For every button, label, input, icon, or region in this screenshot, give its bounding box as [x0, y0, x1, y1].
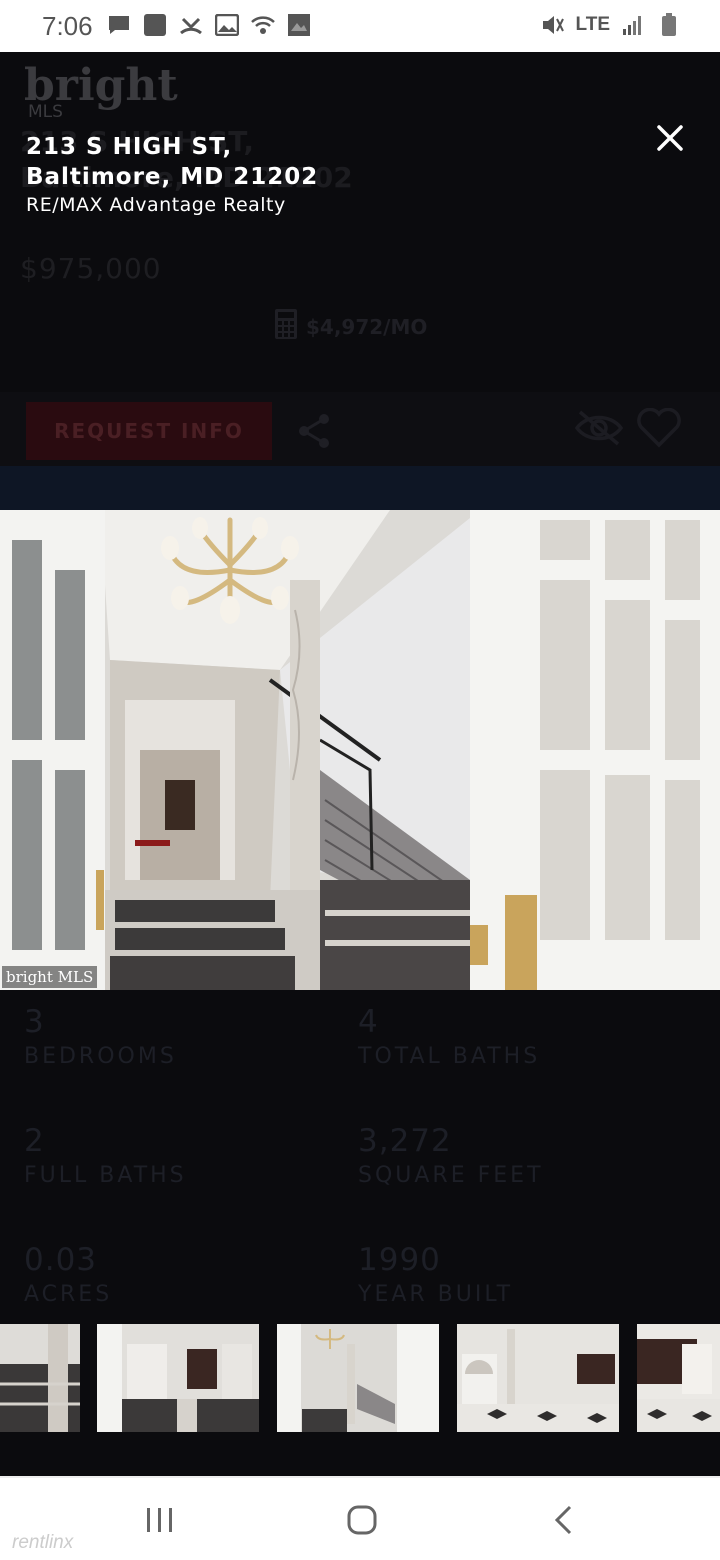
gallery-icon [214, 12, 240, 38]
message-icon [106, 12, 132, 38]
bright-logo-sub: MLS [28, 102, 63, 122]
back-button[interactable] [534, 1500, 594, 1540]
stat-value: 2 [24, 1123, 45, 1159]
stat-acres: 0.03 ACRES [24, 1242, 324, 1307]
stat-value: 3,272 [358, 1123, 452, 1159]
thumbnail-photo[interactable] [277, 1324, 439, 1432]
recent-apps-icon [147, 1508, 172, 1532]
address-line2: Baltimore, MD 21202 [26, 164, 319, 190]
stat-label: ACRES [24, 1282, 113, 1307]
missed-call-icon [178, 12, 204, 38]
stat-value: 0.03 [24, 1242, 98, 1278]
favorite-heart-icon [636, 407, 682, 452]
calculator-icon [274, 308, 298, 345]
stat-full-baths: 2 FULL BATHS [24, 1123, 324, 1188]
main-listing-photo[interactable]: bright MLS [0, 510, 720, 990]
stat-value: 3 [24, 1004, 45, 1040]
thumbnail-photo[interactable] [457, 1324, 619, 1432]
background-tab-bar [0, 466, 720, 510]
stat-bedrooms: 3 BEDROOMS [24, 1004, 324, 1069]
network-type: LTE [575, 14, 610, 35]
square-app-icon [142, 12, 168, 38]
signal-icon [620, 12, 646, 38]
thumbnail-photo[interactable] [637, 1324, 720, 1432]
stat-value: 1990 [358, 1242, 441, 1278]
back-chevron-icon [554, 1505, 572, 1535]
share-icon [296, 412, 332, 454]
mute-vibrate-icon [540, 12, 566, 38]
request-info-button: REQUEST INFO [26, 402, 272, 460]
wifi-calling-icon [250, 12, 276, 38]
hide-listing-icon [574, 408, 624, 452]
listing-agency: RE/MAX Advantage Realty [26, 194, 286, 216]
thumbnail-photo[interactable] [97, 1324, 259, 1432]
home-icon [347, 1505, 377, 1535]
image-icon [286, 12, 312, 38]
lightbox-address: 213 S HIGH ST, Baltimore, MD 21202 [26, 132, 318, 192]
notification-icons [106, 12, 312, 38]
mortgage-estimate: $4,972/MO [274, 308, 427, 345]
mortgage-value: $4,972/MO [306, 314, 428, 339]
stat-label: SQUARE FEET [358, 1163, 544, 1188]
listing-price: $975,000 [20, 252, 162, 285]
background-header: bright MLS [0, 52, 720, 122]
battery-icon [656, 12, 682, 38]
photo-thumbnail-strip[interactable] [0, 1324, 720, 1432]
status-bar: 7:06 LTE [0, 0, 720, 52]
stat-label: FULL BATHS [24, 1163, 187, 1188]
system-navigation-bar [0, 1476, 720, 1560]
stat-square-feet: 3,272 SQUARE FEET [358, 1123, 658, 1188]
rentlinx-watermark: rentlinx [12, 1532, 74, 1553]
photo-watermark: bright MLS [2, 966, 98, 988]
close-icon [657, 125, 683, 151]
recent-apps-button[interactable] [130, 1500, 190, 1540]
home-button[interactable] [332, 1500, 392, 1540]
thumbnail-photo[interactable] [0, 1324, 80, 1432]
status-time: 7:06 [42, 11, 93, 41]
close-button[interactable] [648, 116, 692, 160]
stat-year-built: 1990 YEAR BUILT [358, 1242, 658, 1307]
address-line1: 213 S HIGH ST, [26, 134, 233, 160]
stat-label: BEDROOMS [24, 1044, 177, 1069]
stat-label: TOTAL BATHS [358, 1044, 541, 1069]
interior-staircase-photo [0, 510, 720, 990]
stat-total-baths: 4 TOTAL BATHS [358, 1004, 658, 1069]
stat-label: YEAR BUILT [358, 1282, 514, 1307]
system-icons: LTE [540, 12, 682, 38]
stat-value: 4 [358, 1004, 379, 1040]
